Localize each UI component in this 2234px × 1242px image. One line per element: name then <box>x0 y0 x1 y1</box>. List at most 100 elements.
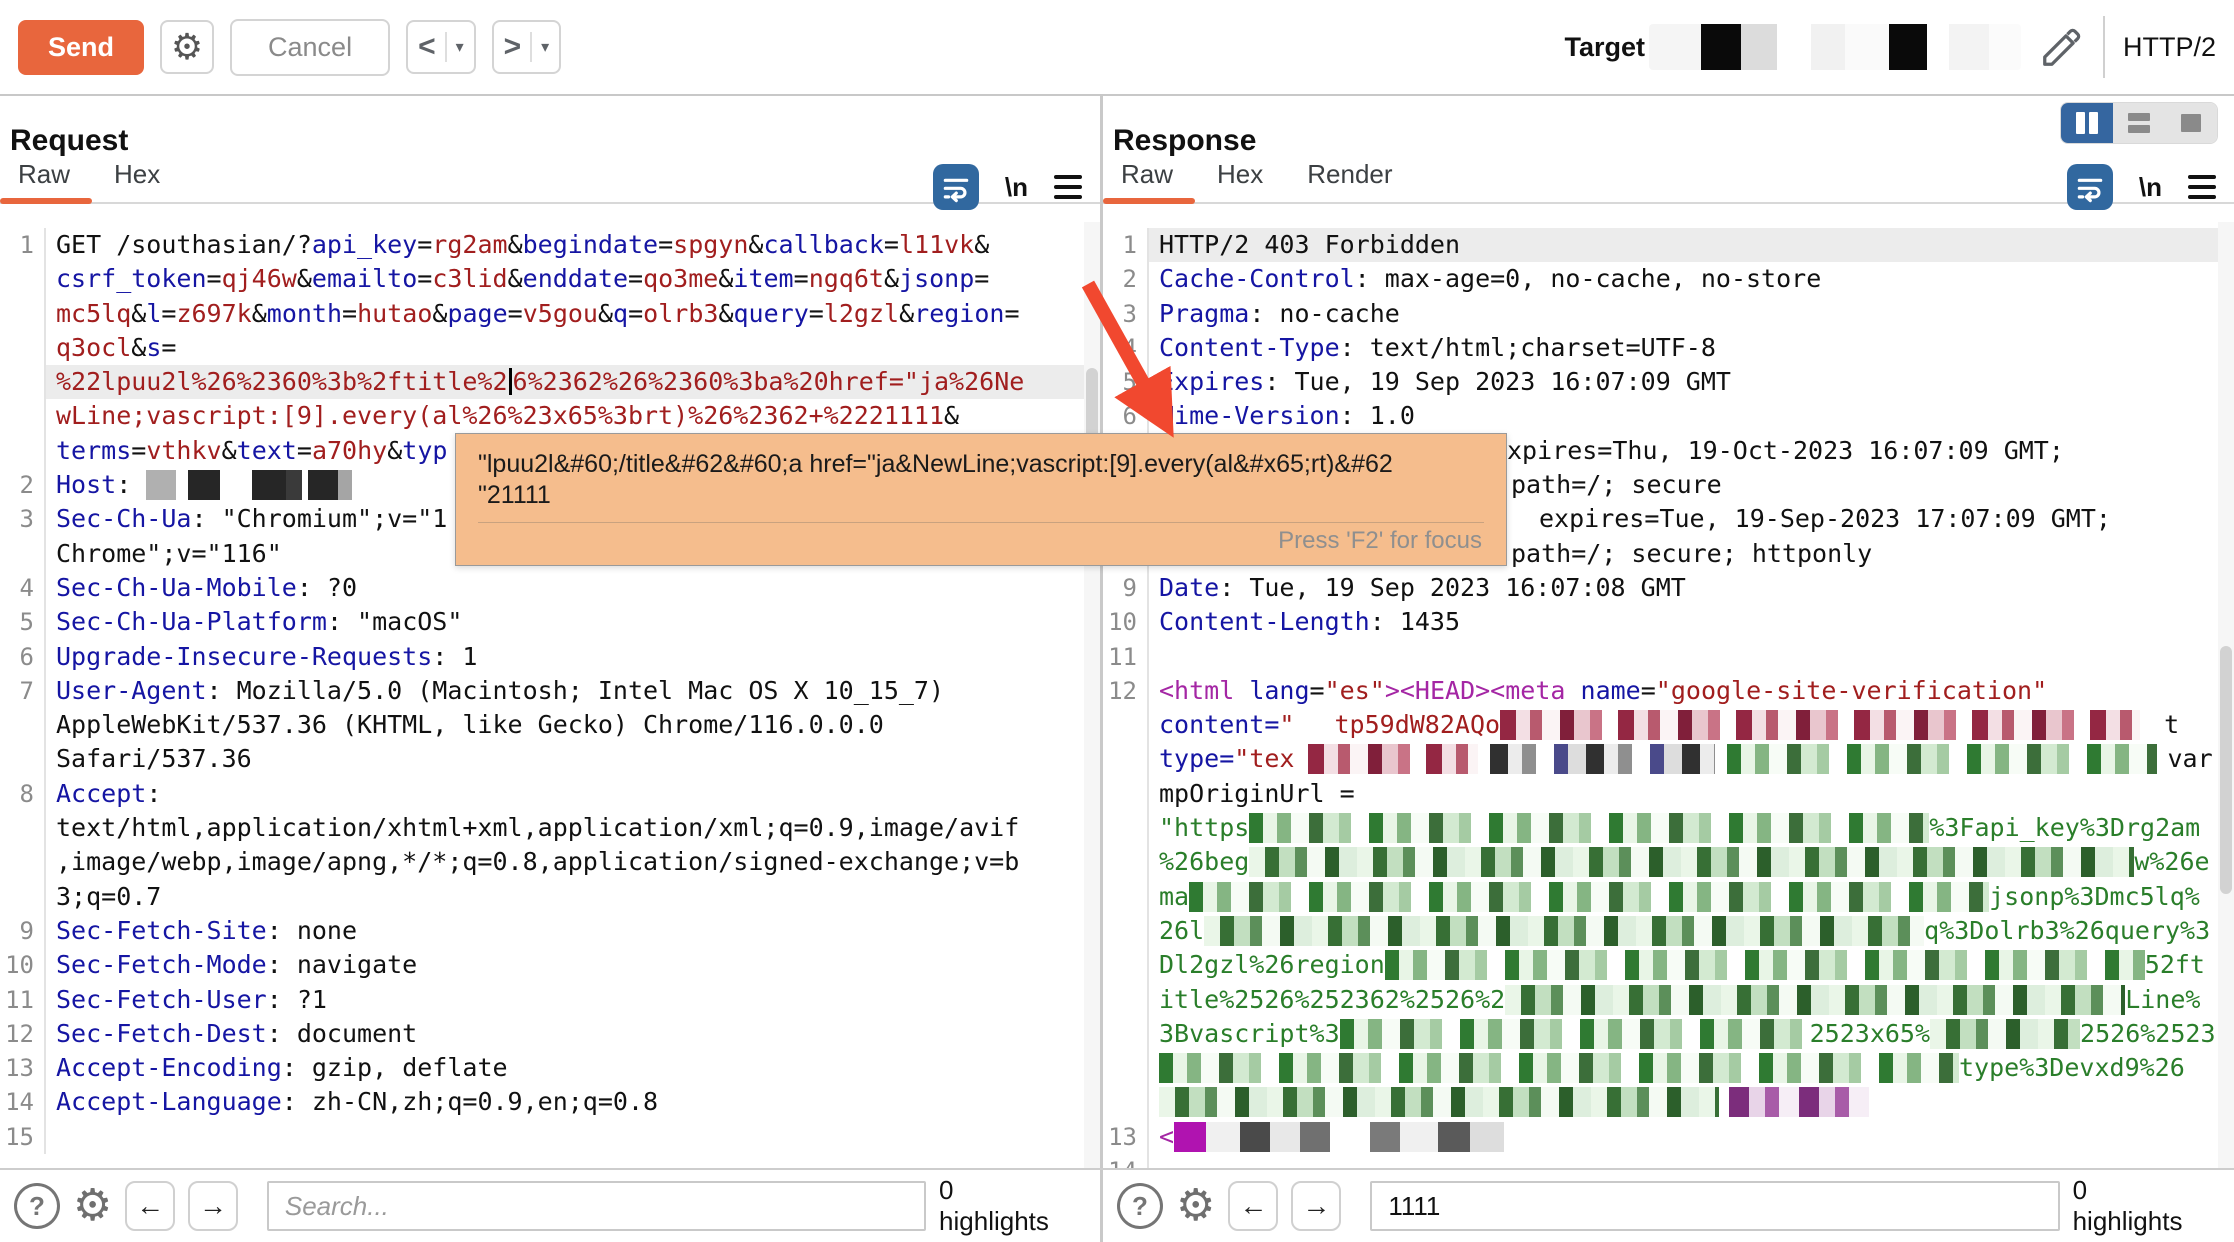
line-number <box>1103 880 1149 914</box>
line-number <box>0 708 46 742</box>
next-match-button[interactable]: → <box>1291 1181 1341 1231</box>
help-icon[interactable]: ? <box>1117 1183 1163 1229</box>
line-number: 3 <box>1103 297 1149 331</box>
request-tab-raw[interactable]: Raw <box>0 159 92 202</box>
redacted-mosaic <box>1500 710 2140 740</box>
code-row: 9Date: Tue, 19 Sep 2023 16:07:08 GMT <box>1103 571 2234 605</box>
prev-match-button[interactable]: ← <box>1228 1181 1278 1231</box>
line-number: 11 <box>1103 640 1149 674</box>
layout-single-button[interactable] <box>2165 103 2217 143</box>
forward-dropdown-icon[interactable]: ▾ <box>541 37 549 57</box>
tooltip-line1: "lpuu2l&#60;/title&#62&#60;a href="ja&Ne… <box>478 450 1484 479</box>
code-row: csrf_token=qj46w&emailto=c3lid&enddate=q… <box>0 262 1100 296</box>
line-number <box>1103 708 1149 742</box>
redacted-mosaic <box>1159 1053 1959 1083</box>
wrap-toggle-icon[interactable] <box>2067 164 2113 210</box>
code-row: 13< <box>1103 1120 2234 1154</box>
code-row: 3Bvascript%32523x65%2526%2523 <box>1103 1017 2234 1051</box>
hamburger-menu-icon[interactable] <box>2188 175 2216 199</box>
target-value-redacted <box>1649 24 2021 70</box>
code-row: "https%3Fapi_key%3Drg2am <box>1103 811 2234 845</box>
help-icon[interactable]: ? <box>14 1183 60 1229</box>
layout-switcher <box>2060 102 2218 144</box>
hamburger-menu-icon[interactable] <box>1054 175 1082 199</box>
redacted-mosaic <box>1930 1019 2080 1049</box>
code-row: 10Sec-Fetch-Mode: navigate <box>0 948 1100 982</box>
back-icon: < <box>418 30 436 64</box>
response-highlights-count: 0 highlights <box>2073 1175 2220 1237</box>
redacted-mosaic <box>1189 882 1989 912</box>
gear-icon: ⚙ <box>171 26 203 68</box>
line-number: 15 <box>0 1120 46 1154</box>
response-tab-hex[interactable]: Hex <box>1195 159 1285 202</box>
edit-target-pencil-icon[interactable] <box>2039 24 2085 70</box>
code-row: 2Cache-Control: max-age=0, no-cache, no-… <box>1103 262 2234 296</box>
line-number: 8 <box>0 777 46 811</box>
redacted-mosaic <box>1729 1087 1869 1117</box>
line-number: 9 <box>0 914 46 948</box>
code-row: 12<html lang="es"><HEAD><meta name="goog… <box>1103 674 2234 708</box>
redacted-mosaic <box>1159 1087 1719 1117</box>
code-row: mpOriginUrl = <box>1103 777 2234 811</box>
search-settings-gear-icon[interactable]: ⚙ <box>73 1184 112 1228</box>
code-row: 5Sec-Ch-Ua-Platform: "macOS" <box>0 605 1100 639</box>
wrap-toggle-icon[interactable] <box>933 164 979 210</box>
line-number <box>1103 811 1149 845</box>
line-number: 12 <box>0 1017 46 1051</box>
code-row: 14Accept-Language: zh-CN,zh;q=0.9,en;q=0… <box>0 1085 1100 1119</box>
line-number: 4 <box>1103 331 1149 365</box>
response-scrollbar-thumb[interactable] <box>2220 646 2232 894</box>
code-row: 3;q=0.7 <box>0 880 1100 914</box>
response-scrollbar[interactable] <box>2218 222 2234 1168</box>
code-row: Dl2gzl%26region52ft <box>1103 948 2234 982</box>
forward-button[interactable]: > ▾ <box>492 20 562 74</box>
code-row: majsonp%3Dmc5lq% <box>1103 880 2234 914</box>
code-row <box>1103 1085 2234 1119</box>
response-code[interactable]: 1HTTP/2 403 Forbidden2Cache-Control: max… <box>1103 222 2234 1168</box>
cancel-button[interactable]: Cancel <box>230 19 390 76</box>
code-row: type%3Devxd9%26 <box>1103 1051 2234 1085</box>
back-button[interactable]: < ▾ <box>406 20 476 74</box>
request-scrollbar[interactable] <box>1084 222 1100 1168</box>
request-search-input[interactable] <box>267 1181 926 1231</box>
code-row: 26lq%3Dolrb3%26query%3 <box>1103 914 2234 948</box>
protocol-label: HTTP/2 <box>2123 32 2216 63</box>
line-number <box>1103 914 1149 948</box>
redacted-mosaic <box>1340 1019 1810 1049</box>
prev-match-button[interactable]: ← <box>125 1181 175 1231</box>
redacted-mosaic <box>1308 744 1478 774</box>
line-number: 1 <box>1103 228 1149 262</box>
code-row: 1HTTP/2 403 Forbidden <box>1103 228 2234 262</box>
newline-toggle[interactable]: \n <box>1005 172 1028 203</box>
line-number <box>1103 742 1149 776</box>
next-match-button[interactable]: → <box>188 1181 238 1231</box>
newline-toggle[interactable]: \n <box>2139 172 2162 203</box>
decoded-value-tooltip: "lpuu2l&#60;/title&#62&#60;a href="ja&Ne… <box>455 433 1507 566</box>
send-button[interactable]: Send <box>18 20 144 75</box>
response-tab-render[interactable]: Render <box>1285 159 1414 202</box>
response-search-input[interactable] <box>1370 1181 2059 1231</box>
line-number: 10 <box>0 948 46 982</box>
response-tab-raw[interactable]: Raw <box>1103 159 1195 202</box>
request-tab-hex[interactable]: Hex <box>92 159 182 202</box>
response-pane: Response Raw Hex Render \n <box>1103 96 2234 1168</box>
request-code[interactable]: 1GET /southasian/?api_key=rg2am&begindat… <box>0 222 1100 1168</box>
code-row: %22lpuu2l%26%2360%3b%2ftitle%26%2362%26%… <box>0 365 1100 399</box>
redacted-mosaic <box>1249 813 1929 843</box>
line-number <box>0 262 46 296</box>
back-dropdown-icon[interactable]: ▾ <box>456 37 464 57</box>
search-settings-gear-icon[interactable]: ⚙ <box>1176 1184 1215 1228</box>
layout-rows-button[interactable] <box>2113 103 2165 143</box>
line-number: 5 <box>1103 365 1149 399</box>
send-settings-button[interactable]: ⚙ <box>160 20 214 74</box>
code-row: AppleWebKit/537.36 (KHTML, like Gecko) C… <box>0 708 1100 742</box>
line-number <box>0 845 46 879</box>
response-tabs: Raw Hex Render <box>1103 158 2234 204</box>
code-row: mc5lq&l=z697k&month=hutao&page=v5gou&q=o… <box>0 297 1100 331</box>
line-number <box>1103 1085 1149 1119</box>
line-number <box>1103 1017 1149 1051</box>
forward-icon: > <box>504 30 522 64</box>
redacted-mosaic <box>1174 1122 1594 1152</box>
code-row: 10Content-Length: 1435 <box>1103 605 2234 639</box>
layout-columns-button[interactable] <box>2061 103 2113 143</box>
